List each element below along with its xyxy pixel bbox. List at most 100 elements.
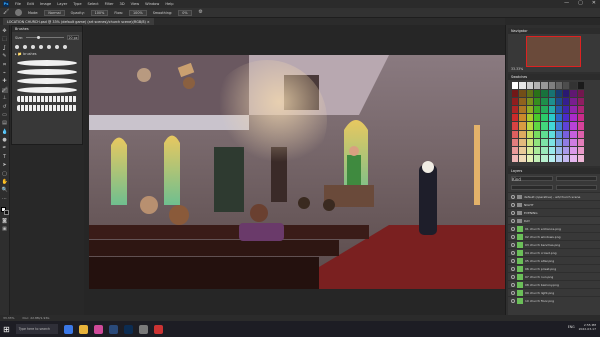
visibility-eye-icon[interactable]: [511, 298, 515, 303]
file-explorer-icon[interactable]: [78, 324, 88, 334]
color-swatch[interactable]: [548, 106, 555, 114]
color-swatch[interactable]: [570, 138, 577, 146]
minimize-button[interactable]: —: [564, 0, 569, 6]
navigator-panel-title[interactable]: Navigator: [508, 28, 600, 34]
color-swatch[interactable]: [519, 106, 526, 114]
visibility-eye-icon[interactable]: [511, 274, 515, 279]
app-icon[interactable]: [138, 324, 148, 334]
layer-row[interactable]: 08 church balcony.png: [508, 280, 600, 288]
color-swatch[interactable]: [533, 146, 541, 154]
visibility-eye-icon[interactable]: [511, 258, 515, 263]
color-swatch[interactable]: [541, 98, 548, 106]
brush-stroke-preview[interactable]: [17, 96, 77, 102]
color-swatch[interactable]: [548, 130, 555, 138]
path-select-tool-icon[interactable]: ➤: [2, 163, 8, 168]
gradient-tool-icon[interactable]: ▤: [2, 121, 8, 126]
color-swatch[interactable]: [555, 114, 563, 122]
brush-preset[interactable]: [31, 45, 35, 49]
visibility-eye-icon[interactable]: [511, 210, 515, 215]
color-swatch[interactable]: [548, 146, 555, 154]
menu-view[interactable]: View: [131, 2, 140, 6]
visibility-eye-icon[interactable]: [511, 242, 515, 247]
edge-icon[interactable]: [63, 324, 73, 334]
color-swatch[interactable]: [577, 82, 584, 90]
visibility-eye-icon[interactable]: [511, 234, 515, 239]
color-swatch[interactable]: [512, 98, 519, 106]
color-swatch[interactable]: [570, 90, 577, 98]
color-swatch[interactable]: [533, 114, 541, 122]
fill-control[interactable]: [555, 185, 597, 190]
layer-row[interactable]: 03 church benches.png: [508, 240, 600, 248]
color-swatch[interactable]: [555, 122, 563, 130]
color-swatch[interactable]: [533, 98, 541, 106]
color-swatch[interactable]: [548, 82, 555, 90]
screen-mode-icon[interactable]: ▣: [2, 226, 8, 232]
color-swatch[interactable]: [541, 154, 548, 162]
brush-stroke-preview[interactable]: [17, 69, 77, 75]
color-swatch[interactable]: [541, 130, 548, 138]
pen-tool-icon[interactable]: ✒: [2, 146, 8, 151]
color-swatch[interactable]: [570, 130, 577, 138]
color-swatch[interactable]: [555, 146, 563, 154]
layer-row[interactable]: 04 church crowd.png: [508, 248, 600, 256]
color-swatch[interactable]: [526, 114, 533, 122]
layer-row[interactable]: 10 church floor.png: [508, 296, 600, 304]
color-swatch[interactable]: [563, 146, 570, 154]
menu-layer[interactable]: Layer: [57, 2, 67, 6]
brush-stroke-preview[interactable]: [17, 78, 77, 84]
brush-preset[interactable]: [39, 45, 43, 49]
visibility-eye-icon[interactable]: [511, 202, 515, 207]
color-swatch[interactable]: [533, 90, 541, 98]
color-swatch[interactable]: [526, 138, 533, 146]
brush-preset[interactable]: [15, 45, 19, 49]
smoothing-input[interactable]: 0%: [178, 9, 192, 16]
color-swatch[interactable]: [555, 106, 563, 114]
color-swatch[interactable]: [512, 122, 519, 130]
color-swatch[interactable]: [577, 98, 584, 106]
healing-tool-icon[interactable]: ✚: [2, 79, 8, 84]
brush-size-slider[interactable]: [26, 35, 64, 39]
layer-row[interactable]: 07 church nun.png: [508, 272, 600, 280]
language-indicator[interactable]: ENG: [568, 325, 575, 329]
color-swatch[interactable]: [577, 122, 584, 130]
color-swatch[interactable]: [526, 90, 533, 98]
color-swatch[interactable]: [541, 106, 548, 114]
steam-icon[interactable]: [108, 324, 118, 334]
color-swatch[interactable]: [563, 90, 570, 98]
visibility-eye-icon[interactable]: [511, 194, 515, 199]
quick-select-tool-icon[interactable]: ✎: [2, 54, 8, 59]
menu-image[interactable]: Image: [40, 2, 51, 6]
start-button[interactable]: ⊞: [3, 325, 10, 334]
brush-preset[interactable]: [47, 45, 51, 49]
layer-row[interactable]: EVENING: [508, 208, 600, 216]
layer-row[interactable]: 09 church light.png: [508, 288, 600, 296]
color-swatch[interactable]: [533, 82, 541, 90]
color-swatch[interactable]: [526, 154, 533, 162]
brush-preset-icon[interactable]: 🖌: [3, 10, 9, 15]
crop-tool-icon[interactable]: ⌗: [2, 62, 8, 68]
color-swatch[interactable]: [512, 130, 519, 138]
menu-window[interactable]: Window: [145, 2, 159, 6]
color-swatch[interactable]: [548, 98, 555, 106]
color-swatch[interactable]: [577, 138, 584, 146]
type-tool-icon[interactable]: T: [2, 154, 8, 160]
menu-file[interactable]: File: [15, 2, 21, 6]
color-swatch[interactable]: [548, 90, 555, 98]
menu-edit[interactable]: Edit: [27, 2, 34, 6]
quick-mask-icon[interactable]: ◙: [2, 218, 8, 224]
color-swatch[interactable]: [548, 122, 555, 130]
brush-tool-icon[interactable]: 🖌: [1, 87, 8, 93]
brush-folder[interactable]: ▸ 📁 brushes: [12, 51, 82, 57]
color-swatch[interactable]: [519, 138, 526, 146]
church-painting-canvas[interactable]: [89, 55, 505, 289]
color-swatch[interactable]: [519, 90, 526, 98]
dodge-tool-icon[interactable]: ●: [2, 138, 8, 143]
menu-type[interactable]: Type: [73, 2, 81, 6]
color-swatch[interactable]: [577, 114, 584, 122]
color-swatch[interactable]: [541, 146, 548, 154]
color-swatch[interactable]: [548, 154, 555, 162]
color-swatch[interactable]: [555, 90, 563, 98]
document-tab[interactable]: LOCATION CHURCH.psd @ 33% (default game)…: [3, 18, 154, 25]
color-picker[interactable]: [0, 207, 9, 216]
visibility-eye-icon[interactable]: [511, 218, 515, 223]
